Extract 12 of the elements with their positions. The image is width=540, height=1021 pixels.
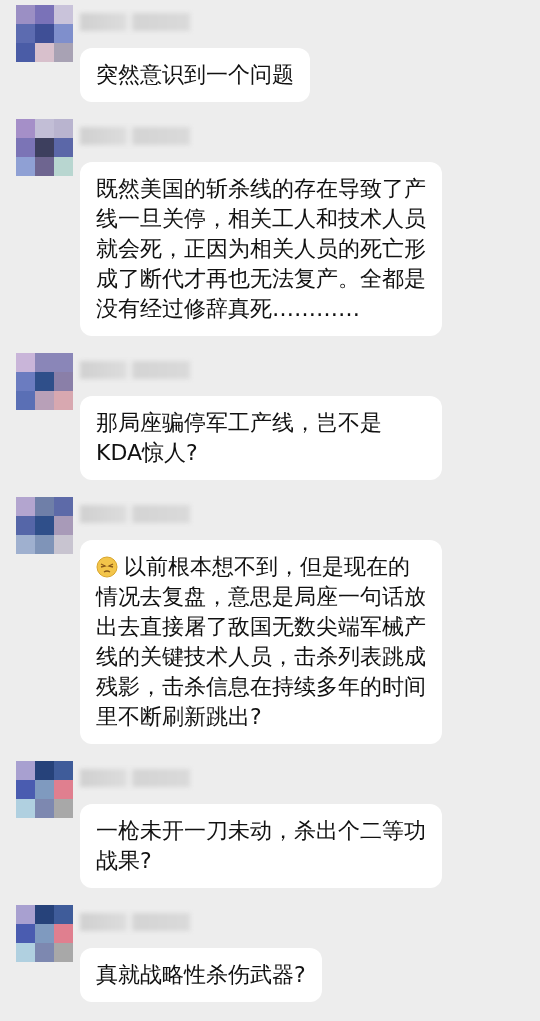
avatar-icon bbox=[16, 905, 73, 962]
avatar-icon bbox=[16, 5, 73, 62]
message-text: 以前根本想不到，但是现在的情况去复盘，意思是局座一句话放出去直接屠了敌国无数尖端军械产线的关键技术人员，击杀列表跳成残影，击杀信息在持续多年的时间里不断刷新跳出? bbox=[96, 554, 426, 729]
message-text: 突然意识到一个问题 bbox=[96, 62, 294, 87]
message-text: 那局座骗停军工产线，岂不是KDA惊人? bbox=[96, 410, 382, 465]
message-text: 真就战略性杀伤武器? bbox=[96, 962, 306, 987]
avatar-icon bbox=[16, 119, 73, 176]
avatar-icon bbox=[16, 497, 73, 554]
avatar-icon bbox=[16, 761, 73, 818]
avatar-icon bbox=[16, 353, 73, 410]
message-text: 既然美国的斩杀线的存在导致了产线一旦关停，相关工人和技术人员就会死，正因为相关人员的死亡形成了断代才再也无法复产。全都是没有经过修辞真死………… bbox=[96, 176, 426, 321]
message-text: 一枪未开一刀未动，杀出个二等功战果? bbox=[96, 818, 426, 873]
